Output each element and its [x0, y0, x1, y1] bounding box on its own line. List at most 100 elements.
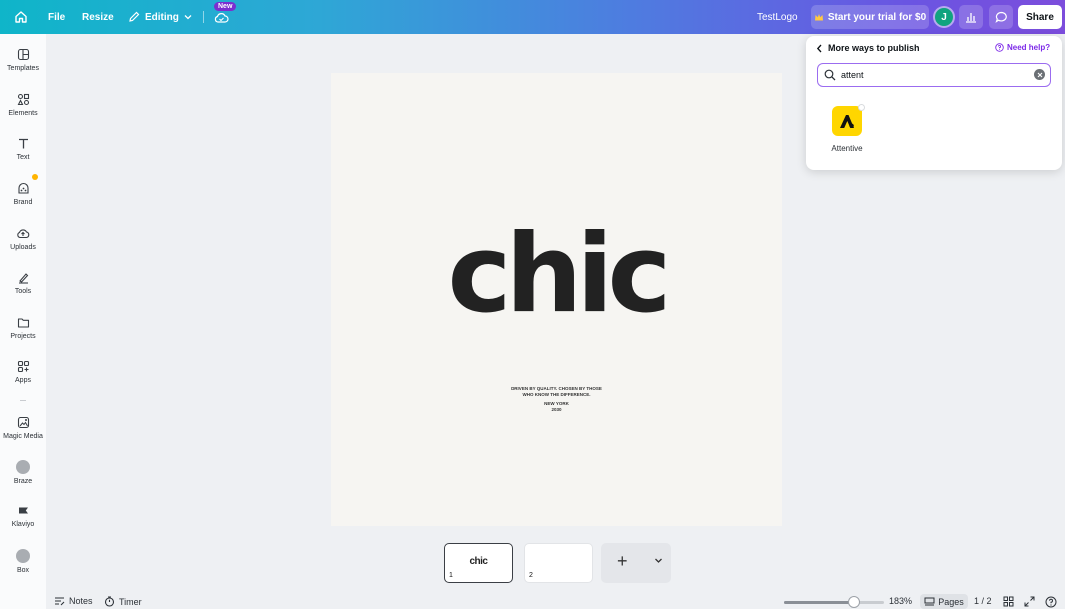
sidebar-item-label: Klaviyo — [11, 521, 35, 528]
sidebar-item-klaviyo[interactable]: Klaviyo — [0, 504, 46, 528]
braze-icon — [16, 460, 30, 474]
pages-label: Pages — [938, 596, 964, 607]
crown-icon — [814, 13, 823, 20]
page-number: 1 — [449, 572, 453, 579]
chevron-left-icon — [816, 44, 822, 52]
zoom-slider[interactable] — [784, 596, 884, 608]
text-icon — [18, 138, 28, 149]
app-name: Attentive — [831, 144, 863, 153]
search-box[interactable] — [817, 63, 1051, 87]
tools-icon — [18, 273, 28, 284]
sidebar-item-box[interactable]: Box — [0, 549, 46, 574]
sidebar-divider — [20, 400, 26, 401]
insights-button[interactable] — [959, 5, 983, 29]
sidebar-item-braze[interactable]: Braze — [0, 460, 46, 485]
panel-title: More ways to publish — [828, 43, 920, 53]
help-circle-icon — [995, 43, 1004, 52]
logo-wordmark[interactable]: chic — [331, 221, 782, 329]
sidebar-item-projects[interactable]: Projects — [0, 316, 46, 340]
help-icon[interactable] — [1045, 596, 1057, 608]
page-number: 2 — [529, 572, 533, 579]
sidebar-item-label: Templates — [7, 65, 39, 72]
sidebar-item-templates[interactable]: Templates — [0, 48, 46, 72]
comment-button[interactable] — [989, 5, 1013, 29]
attentive-logo-icon — [832, 104, 865, 136]
start-trial-button[interactable]: Start your trial for $0 — [811, 5, 929, 29]
new-badge: New — [214, 2, 237, 11]
avatar[interactable]: J — [935, 8, 953, 26]
trial-label: Start your trial for $0 — [827, 11, 927, 23]
sidebar-item-uploads[interactable]: Uploads — [0, 227, 46, 251]
bottom-bar: Notes Timer 183% Pages 1 / 2 — [46, 594, 1065, 609]
year-label: 2030 — [551, 406, 562, 412]
sidebar-item-label: Box — [16, 567, 30, 574]
need-help-link[interactable]: Need help? — [995, 43, 1050, 52]
editing-label: Editing — [145, 11, 179, 23]
sidebar-item-label: Magic Media — [3, 433, 43, 440]
editing-mode-button[interactable]: Editing — [128, 0, 192, 34]
premium-dot-icon — [32, 174, 38, 180]
pages-button[interactable]: Pages — [920, 594, 968, 609]
plus-icon: + — [617, 551, 628, 571]
need-help-label: Need help? — [1007, 43, 1051, 52]
sidebar-item-elements[interactable]: Elements — [0, 93, 46, 117]
app-result-attentive[interactable]: Attentive — [828, 104, 866, 153]
page-thumbnail-2[interactable]: 2 — [524, 543, 593, 583]
top-toolbar: File Resize Editing New TestLogo Start y… — [0, 0, 1065, 34]
location-text[interactable]: NEW YORK 2030 — [331, 401, 782, 413]
add-page-button[interactable]: + — [601, 543, 671, 583]
zoom-slider-fill — [784, 601, 854, 604]
sidebar-item-label: Apps — [15, 377, 31, 384]
toolbar-divider — [203, 11, 204, 23]
timer-label: Timer — [119, 596, 142, 607]
notes-button[interactable]: Notes — [54, 596, 93, 606]
document-title[interactable]: TestLogo — [757, 0, 798, 34]
pencil-icon — [129, 11, 140, 22]
search-input[interactable] — [841, 67, 1031, 83]
design-canvas[interactable]: chic DRIVEN BY QUALITY. CHOSEN BY THOSE … — [331, 73, 782, 526]
page-count: 1 / 2 — [974, 596, 992, 606]
back-button[interactable]: More ways to publish — [816, 43, 920, 53]
clear-search-icon[interactable] — [1034, 69, 1045, 80]
chevron-down-icon[interactable] — [654, 556, 663, 565]
templates-icon — [17, 48, 29, 61]
sidebar-item-label: Brand — [13, 199, 33, 206]
box-icon — [16, 549, 30, 563]
zoom-level[interactable]: 183% — [889, 596, 912, 606]
elements-icon — [17, 93, 29, 106]
chevron-down-icon — [184, 15, 192, 20]
publish-panel: More ways to publish Need help? Attentiv… — [806, 36, 1062, 170]
tagline-text[interactable]: DRIVEN BY QUALITY. CHOSEN BY THOSE WHO K… — [331, 386, 782, 398]
resize-button[interactable]: Resize — [82, 0, 114, 34]
timer-button[interactable]: Timer — [104, 596, 142, 607]
bar-chart-icon — [966, 13, 976, 23]
sidebar-item-label: Elements — [8, 110, 38, 117]
sidebar-item-label: Braze — [13, 478, 33, 485]
search-icon — [824, 69, 836, 81]
left-sidebar: Templates Elements Text Brand Uploads To… — [0, 34, 46, 609]
file-menu-button[interactable]: File — [48, 0, 65, 34]
uploads-icon — [17, 229, 30, 239]
sidebar-item-label: Uploads — [10, 244, 36, 251]
sidebar-item-text[interactable]: Text — [0, 137, 46, 161]
folder-icon — [17, 318, 29, 328]
page-thumbnail-1[interactable]: chic 1 — [444, 543, 513, 583]
share-button[interactable]: Share — [1018, 5, 1062, 29]
home-icon[interactable] — [14, 0, 28, 34]
notes-icon — [55, 597, 65, 606]
sidebar-item-tools[interactable]: Tools — [0, 271, 46, 295]
thumbnail-preview: chic — [469, 556, 488, 567]
sidebar-item-brand[interactable]: Brand — [0, 182, 46, 206]
fullscreen-icon[interactable] — [1024, 596, 1035, 607]
badge-icon — [858, 104, 865, 111]
tagline-line-2: WHO KNOW THE DIFFERENCE. — [522, 391, 591, 397]
sidebar-item-magic-media[interactable]: Magic Media — [0, 416, 46, 440]
sidebar-item-label: Tools — [14, 288, 32, 295]
sidebar-item-apps[interactable]: Apps — [0, 360, 46, 384]
grid-view-icon[interactable] — [1003, 596, 1014, 607]
timer-icon — [104, 596, 115, 607]
zoom-slider-handle[interactable] — [848, 596, 860, 608]
notes-label: Notes — [69, 596, 93, 606]
magic-media-icon — [17, 416, 29, 429]
brand-icon — [17, 182, 29, 194]
